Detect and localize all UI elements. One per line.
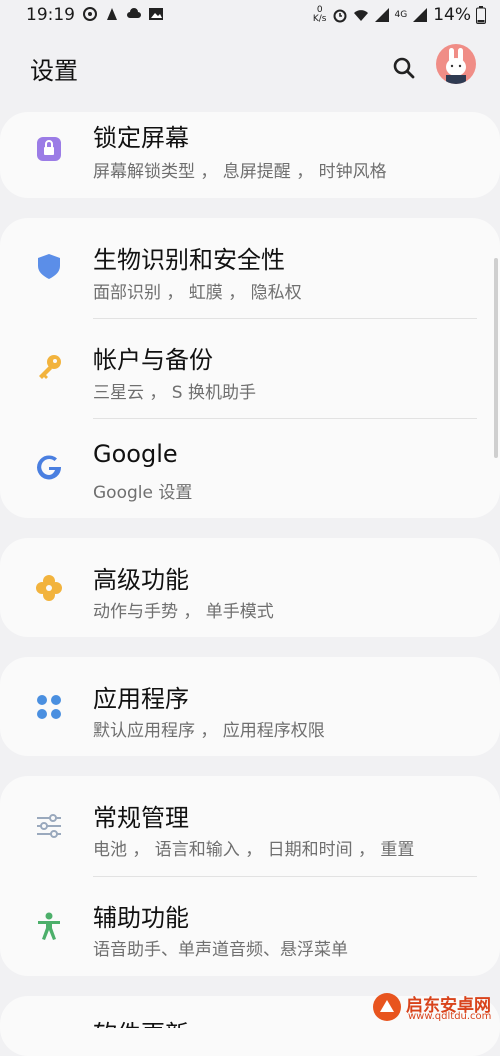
- item-title: 软件更新: [93, 1014, 189, 1028]
- google-icon: [37, 455, 62, 480]
- network-type: 4G: [394, 10, 408, 20]
- app-bar: 设置: [0, 40, 500, 96]
- item-subtitle: Google 设置: [93, 483, 193, 503]
- page-title: 设置: [30, 57, 78, 85]
- lock-icon: [37, 137, 61, 161]
- settings-item-lock-screen[interactable]: 锁定屏幕 屏幕解锁类型 ， 息屏提醒 ， 时钟风格: [0, 112, 500, 198]
- alarm-icon: [333, 9, 346, 23]
- avatar[interactable]: [436, 44, 476, 84]
- wifi-icon: [353, 10, 368, 21]
- key-icon: [39, 355, 61, 379]
- settings-item-advanced-features[interactable]: 高级功能 动作与手势 ， 单手模式: [0, 538, 500, 638]
- item-title: 常规管理: [93, 804, 189, 832]
- status-time: 19:19: [26, 5, 75, 25]
- item-subtitle: 语音助手、单声道音频、悬浮菜单: [93, 940, 348, 960]
- accessibility-icon: [38, 912, 60, 940]
- notification-icon: [83, 7, 97, 21]
- cloud-icon: [127, 8, 141, 18]
- image-icon: [149, 8, 163, 20]
- item-subtitle: 三星云 ， S 换机助手: [93, 383, 257, 403]
- item-title: Google: [93, 440, 178, 468]
- bunny-avatar-icon: [446, 48, 466, 84]
- sliders-icon: [37, 814, 61, 838]
- settings-item-google[interactable]: Google Google 设置: [0, 418, 500, 518]
- item-title: 应用程序: [93, 685, 189, 713]
- item-title: 高级功能: [93, 566, 189, 594]
- item-subtitle: 面部识别 ， 虹膜 ， 隐私权: [93, 283, 302, 303]
- status-bar: 19:19 0 K/s 4G 14%: [0, 0, 500, 30]
- signal-icon-2: [413, 8, 428, 22]
- app-notification-icon: [107, 8, 117, 20]
- watermark-logo-icon: [373, 993, 401, 1021]
- battery-icon: [476, 6, 486, 24]
- net-speed-unit: K/s: [312, 14, 327, 24]
- item-title: 锁定屏幕: [93, 124, 189, 152]
- settings-item-accounts-backup[interactable]: 帐户与备份 三星云 ， S 换机助手: [0, 318, 500, 418]
- shield-icon: [38, 254, 60, 279]
- item-title: 帐户与备份: [93, 346, 213, 374]
- gear-flower-icon: [36, 575, 62, 601]
- watermark-url: www.qdltdu.com: [408, 1011, 492, 1022]
- signal-icon: [374, 8, 389, 22]
- settings-item-accessibility[interactable]: 辅助功能 语音助手、单声道音频、悬浮菜单: [0, 876, 500, 976]
- settings-item-general-management[interactable]: 常规管理 电池 ， 语言和输入 ， 日期和时间 ， 重置: [0, 776, 500, 876]
- item-title: 生物识别和安全性: [93, 246, 285, 274]
- battery-percent: 14%: [433, 5, 471, 25]
- settings-item-apps[interactable]: 应用程序 默认应用程序 ， 应用程序权限: [0, 657, 500, 757]
- scrollbar[interactable]: [494, 258, 498, 458]
- item-subtitle: 默认应用程序 ， 应用程序权限: [93, 721, 325, 741]
- apps-grid-icon: [37, 695, 61, 719]
- search-icon[interactable]: [388, 52, 420, 84]
- item-subtitle: 电池 ， 语言和输入 ， 日期和时间 ， 重置: [93, 840, 415, 860]
- item-subtitle: 动作与手势 ， 单手模式: [93, 602, 274, 622]
- settings-item-biometrics-security[interactable]: 生物识别和安全性 面部识别 ， 虹膜 ， 隐私权: [0, 218, 500, 318]
- item-subtitle: 屏幕解锁类型 ， 息屏提醒 ， 时钟风格: [93, 162, 387, 182]
- item-title: 辅助功能: [93, 904, 189, 932]
- watermark: 启东安卓网 www.qdltdu.com: [370, 988, 500, 1028]
